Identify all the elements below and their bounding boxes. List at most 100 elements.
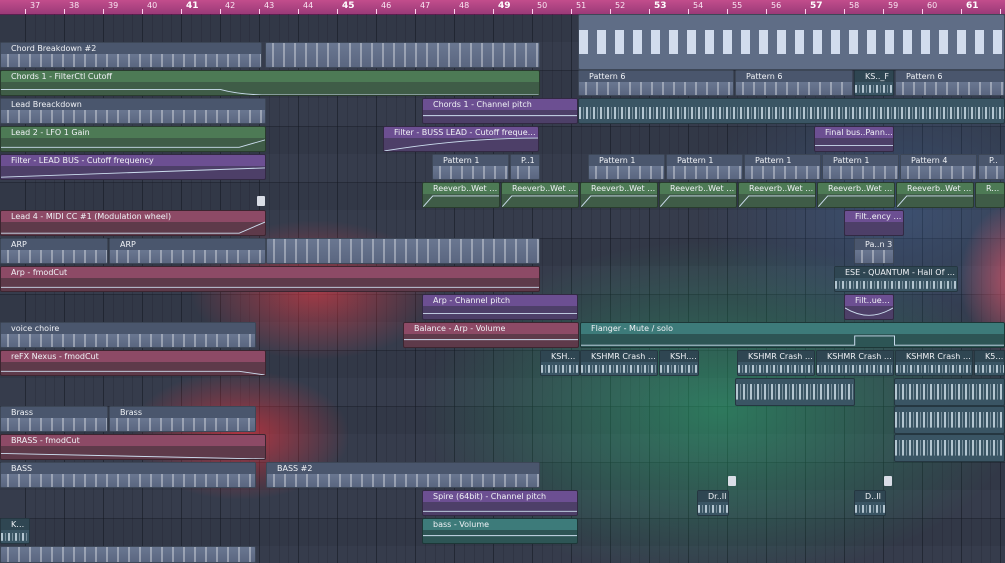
audio-clip[interactable] <box>894 434 1005 462</box>
clip-handle[interactable] <box>884 476 892 486</box>
clip-notes <box>1 250 107 263</box>
pattern-clip[interactable]: ▤ ARP <box>0 238 108 264</box>
clip-waveform <box>698 502 728 515</box>
automation-clip[interactable]: ↗ BRASS - fmodCut <box>0 434 266 460</box>
beat-gridline <box>707 14 709 563</box>
pattern-clip[interactable]: ▤ BASS #2 <box>266 462 540 488</box>
clip-notes <box>511 166 539 179</box>
pattern-clip[interactable]: ▤ Lead Breackdown <box>0 98 266 124</box>
bar-number: 61 <box>966 1 979 11</box>
automation-clip[interactable]: ↗ Arp - fmodCut <box>0 266 540 292</box>
automation-clip[interactable]: ↗ Filter - BUSS LEAD - Cutoff frequency <box>383 126 539 152</box>
automation-clip[interactable]: ↗ Chords 1 - FilterCtl Cutoff <box>0 70 540 96</box>
automation-clip[interactable]: ↗ Flanger - Mute / solo <box>580 322 1005 348</box>
beat-gridline <box>629 14 631 563</box>
automation-clip[interactable]: ↗ Reeverb..Wet level <box>422 182 500 208</box>
automation-clip[interactable]: ↗ Lead 2 - LFO 1 Gain <box>0 126 266 152</box>
audio-clip[interactable]: ▸ KSHMR Crash 05 <box>895 350 973 376</box>
bar-number: 39 <box>108 1 119 10</box>
clip-notes <box>110 418 255 431</box>
clip-notes <box>823 166 898 179</box>
automation-clip[interactable]: ↗ Filt..uency <box>844 294 894 320</box>
pattern-clip[interactable]: ▤ Pa..n 3 <box>854 238 894 264</box>
automation-curve <box>581 195 657 207</box>
audio-clip[interactable]: ▸ KSHMR Crash 05 <box>816 350 894 376</box>
audio-clip[interactable]: ▸ K5..05 <box>974 350 1005 376</box>
automation-clip[interactable]: ↗ bass - Volume <box>422 518 578 544</box>
pattern-clip[interactable]: ▤ Pattern 1 <box>744 154 821 180</box>
pattern-clip[interactable] <box>0 546 256 563</box>
pattern-clip[interactable]: ▤ P.. <box>978 154 1005 180</box>
clip-notes <box>266 43 539 67</box>
automation-clip[interactable]: ↗ Filt..ency #2 <box>844 210 904 236</box>
clip-waveform <box>1 530 29 543</box>
automation-clip[interactable]: ↗ Re..we <box>975 182 1005 208</box>
pattern-clip[interactable]: ▤ Pattern 6 <box>735 70 853 96</box>
automation-clip[interactable]: ↗ Reeverb..Wet level <box>659 182 737 208</box>
pattern-clip[interactable]: ▤ Pattern 1 <box>666 154 743 180</box>
pattern-clip[interactable]: ▤ Pattern 1 <box>822 154 899 180</box>
audio-clip[interactable]: ▸ Dr..II <box>697 490 729 516</box>
timeline-ruler[interactable]: 37 38 39 40 41 42 43 44 45 46 47 48 49 5… <box>0 0 1005 15</box>
audio-clip[interactable] <box>735 378 855 406</box>
clip-label: Chord Breakdown #2 <box>1 43 261 54</box>
clip-handle[interactable] <box>257 196 265 206</box>
pattern-clip[interactable]: ▤ Chord Breakdown #2 <box>0 42 262 68</box>
clip-notes <box>1 547 255 562</box>
pattern-clip[interactable]: ▤ Pattern 1 <box>432 154 509 180</box>
beat-gridline <box>658 14 660 563</box>
automation-clip[interactable]: ↗ reFX Nexus - fmodCut <box>0 350 266 376</box>
clip-label: Re..we <box>976 183 1004 194</box>
pattern-clip[interactable] <box>578 14 1005 70</box>
audio-clip[interactable]: ▸ KS.._F <box>854 70 894 96</box>
audio-clip[interactable] <box>894 378 1005 406</box>
audio-clip[interactable]: ▸ KSHMR <box>540 350 580 376</box>
automation-clip[interactable]: ↗ Final bus..Panning <box>814 126 894 152</box>
pattern-clip[interactable]: ▤ Brass <box>109 406 256 432</box>
pattern-clip[interactable]: ▤ Brass <box>0 406 108 432</box>
automation-clip[interactable]: ↗ Reeverb..Wet level <box>896 182 974 208</box>
beat-gridline <box>639 14 641 563</box>
audio-clip[interactable] <box>578 98 1005 124</box>
pattern-clip[interactable]: ▤ ARP <box>109 238 266 264</box>
audio-clip[interactable]: ▸ KSHMR Crash 05 <box>737 350 815 376</box>
audio-clip[interactable] <box>894 406 1005 434</box>
bar-number: 57 <box>810 1 823 11</box>
bar-number: 37 <box>30 1 41 10</box>
bar-gridline <box>649 14 650 563</box>
clip-handle[interactable] <box>728 476 736 486</box>
audio-clip[interactable]: ▸ D..II <box>854 490 886 516</box>
automation-clip[interactable]: ↗ Arp - Channel pitch <box>422 294 578 320</box>
beat-gridline <box>668 14 670 563</box>
automation-curve <box>423 535 577 537</box>
automation-clip[interactable]: ↗ Reeverb..Wet level <box>738 182 816 208</box>
automation-clip[interactable]: ↗ Reeverb..Wet level <box>501 182 579 208</box>
automation-clip[interactable]: ↗ Chords 1 - Channel pitch <box>422 98 578 124</box>
pattern-clip[interactable]: ▤ voice choire <box>0 322 256 348</box>
automation-clip[interactable]: ↗ Reeverb..Wet level <box>580 182 658 208</box>
audio-clip[interactable]: ▸ KSH.. <box>0 518 30 544</box>
automation-clip[interactable]: ↗ Spire (64bit) - Channel pitch <box>422 490 578 516</box>
pattern-clip[interactable]: ▤ Pattern 6 <box>578 70 734 96</box>
beat-gridline <box>785 14 787 563</box>
audio-clip[interactable]: ▸ ESE - QUANTUM - Hall Of Fame <box>834 266 958 292</box>
pattern-clip[interactable]: ▤ Pattern 4 <box>900 154 977 180</box>
clip-label: D..II <box>855 491 885 502</box>
automation-clip[interactable]: ↗ Lead 4 - MIDI CC #1 (Modulation wheel) <box>0 210 266 236</box>
pattern-clip[interactable]: ▤ Pattern 6 <box>895 70 1005 96</box>
pattern-clip[interactable] <box>265 42 540 68</box>
clip-label: KSHMR Crash 05 <box>896 351 972 362</box>
automation-curve <box>1 370 265 375</box>
pattern-clip[interactable]: ▤ P..1 <box>510 154 540 180</box>
automation-clip[interactable]: ↗ Balance - Arp - Volume <box>403 322 579 348</box>
automation-clip[interactable]: ↗ Reeverb..Wet level <box>817 182 895 208</box>
audio-clip[interactable]: ▸ KSHMR Crash 05 <box>580 350 658 376</box>
automation-curve <box>897 195 973 207</box>
pattern-clip[interactable]: ▤ BASS <box>0 462 256 488</box>
pattern-clip[interactable] <box>266 238 540 264</box>
clip-notes <box>267 239 539 263</box>
audio-clip[interactable]: ▸ KSH..05 <box>659 350 699 376</box>
automation-clip[interactable]: ↗ Filter - LEAD BUS - Cutoff frequency <box>0 154 266 180</box>
bar-number: 53 <box>654 1 667 11</box>
pattern-clip[interactable]: ▤ Pattern 1 <box>588 154 665 180</box>
